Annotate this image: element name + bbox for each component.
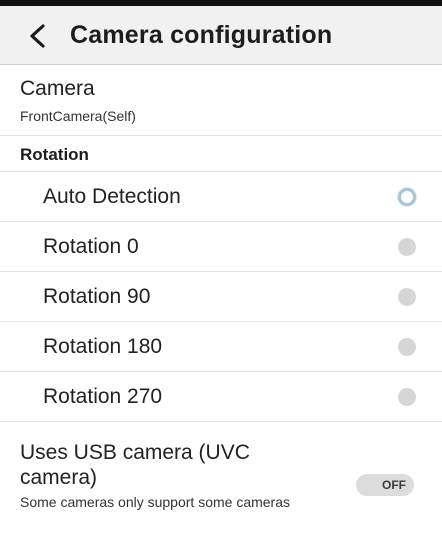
- camera-setting[interactable]: Camera FrontCamera(Self): [0, 65, 442, 136]
- usb-camera-title: Uses USB camera (UVC camera): [20, 441, 250, 489]
- usb-camera-toggle[interactable]: OFF: [356, 474, 414, 496]
- camera-setting-value: FrontCamera(Self): [20, 108, 136, 124]
- page-title: Camera configuration: [70, 21, 333, 49]
- rotation-option-180[interactable]: Rotation 180: [0, 322, 442, 372]
- app-header: Camera configuration: [0, 6, 442, 65]
- radio-button[interactable]: [398, 388, 416, 406]
- rotation-option-label: Rotation 270: [43, 385, 163, 408]
- radio-button[interactable]: [398, 238, 416, 256]
- camera-setting-title: Camera: [20, 77, 95, 100]
- rotation-option-0[interactable]: Rotation 0: [0, 222, 442, 272]
- rotation-section-header: Rotation: [0, 136, 442, 172]
- rotation-option-270[interactable]: Rotation 270: [0, 372, 442, 422]
- radio-button-selected[interactable]: [398, 188, 416, 206]
- rotation-option-label: Rotation 0: [43, 235, 139, 258]
- rotation-option-label: Rotation 180: [43, 335, 163, 358]
- radio-button[interactable]: [398, 288, 416, 306]
- rotation-section-title: Rotation: [20, 145, 89, 164]
- radio-button[interactable]: [398, 338, 416, 356]
- rotation-option-label: Auto Detection: [43, 185, 181, 208]
- rotation-option-90[interactable]: Rotation 90: [0, 272, 442, 322]
- toggle-state-label: OFF: [382, 478, 406, 492]
- chevron-left-icon[interactable]: [20, 18, 56, 54]
- rotation-option-label: Rotation 90: [43, 285, 151, 308]
- chevron-left-icon-svg: [30, 24, 45, 48]
- rotation-option-auto-detection[interactable]: Auto Detection: [0, 172, 442, 222]
- usb-camera-subtitle: Some cameras only support some cameras: [20, 494, 290, 510]
- usb-camera-setting[interactable]: Uses USB camera (UVC camera) Some camera…: [0, 424, 442, 541]
